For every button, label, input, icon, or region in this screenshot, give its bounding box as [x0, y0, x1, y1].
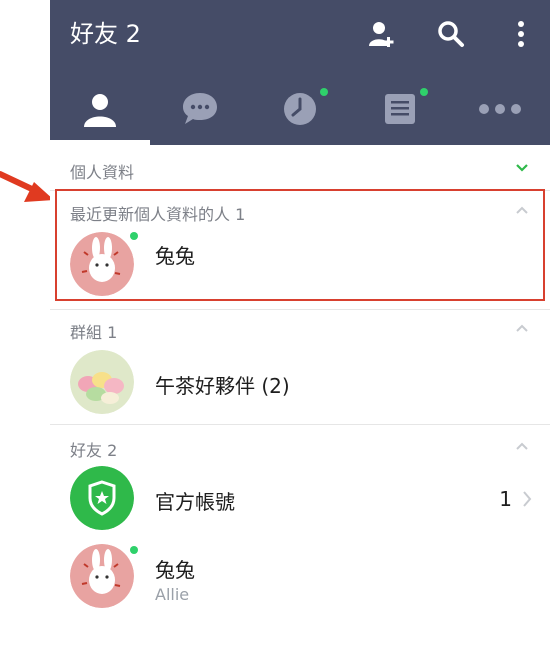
- news-icon: [385, 94, 415, 124]
- friend-subtitle: Allie: [155, 585, 190, 604]
- tab-more[interactable]: [450, 80, 550, 138]
- tab-news[interactable]: [350, 80, 450, 138]
- timeline-icon: [284, 93, 316, 125]
- list-item[interactable]: 兔兔 Allie: [50, 544, 550, 614]
- section-profile-header[interactable]: 個人資料: [50, 152, 550, 186]
- section-title: 個人資料: [70, 163, 135, 182]
- group-avatar: [70, 350, 134, 414]
- divider: [50, 309, 550, 310]
- group-name: 午茶好夥伴 (2): [155, 374, 290, 398]
- section-title: 好友 2: [70, 441, 118, 460]
- tab-timeline[interactable]: [250, 80, 350, 138]
- item-count: 1: [499, 487, 512, 511]
- page-title: 好友 2: [70, 20, 141, 48]
- tab-friends[interactable]: [50, 80, 150, 138]
- add-friend-icon[interactable]: [364, 16, 400, 52]
- official-account-icon: [70, 466, 134, 530]
- online-status-dot: [130, 546, 138, 554]
- tab-chats[interactable]: [150, 80, 250, 138]
- friend-name: 官方帳號: [155, 490, 235, 514]
- more-icon: [479, 104, 521, 114]
- avatar: [70, 544, 134, 608]
- app-screen: 好友 2 個人資料 最近更新個人資料的人 1 兔兔 群組 1 午茶好夥伴 (2)…: [50, 0, 550, 650]
- section-friends-header[interactable]: 好友 2: [50, 430, 550, 464]
- friends-icon: [84, 94, 116, 127]
- chat-icon: [183, 93, 217, 124]
- chevron-up-icon: [516, 324, 528, 332]
- chevron-down-icon: [516, 164, 528, 172]
- new-badge-dot: [420, 88, 428, 96]
- more-vert-icon[interactable]: [503, 16, 539, 52]
- section-title: 群組 1: [70, 323, 118, 342]
- chevron-right-icon: [523, 491, 532, 507]
- list-item[interactable]: 午茶好夥伴 (2): [50, 350, 550, 416]
- friend-name: 兔兔: [155, 558, 195, 582]
- divider: [50, 424, 550, 425]
- section-groups-header[interactable]: 群組 1: [50, 312, 550, 346]
- list-item[interactable]: 官方帳號 1: [50, 466, 550, 532]
- chevron-up-icon: [516, 442, 528, 450]
- app-header: 好友 2: [50, 0, 550, 145]
- new-badge-dot: [320, 88, 328, 96]
- highlight-box: [55, 189, 545, 301]
- search-icon[interactable]: [433, 16, 469, 52]
- active-tab-indicator: [50, 140, 150, 145]
